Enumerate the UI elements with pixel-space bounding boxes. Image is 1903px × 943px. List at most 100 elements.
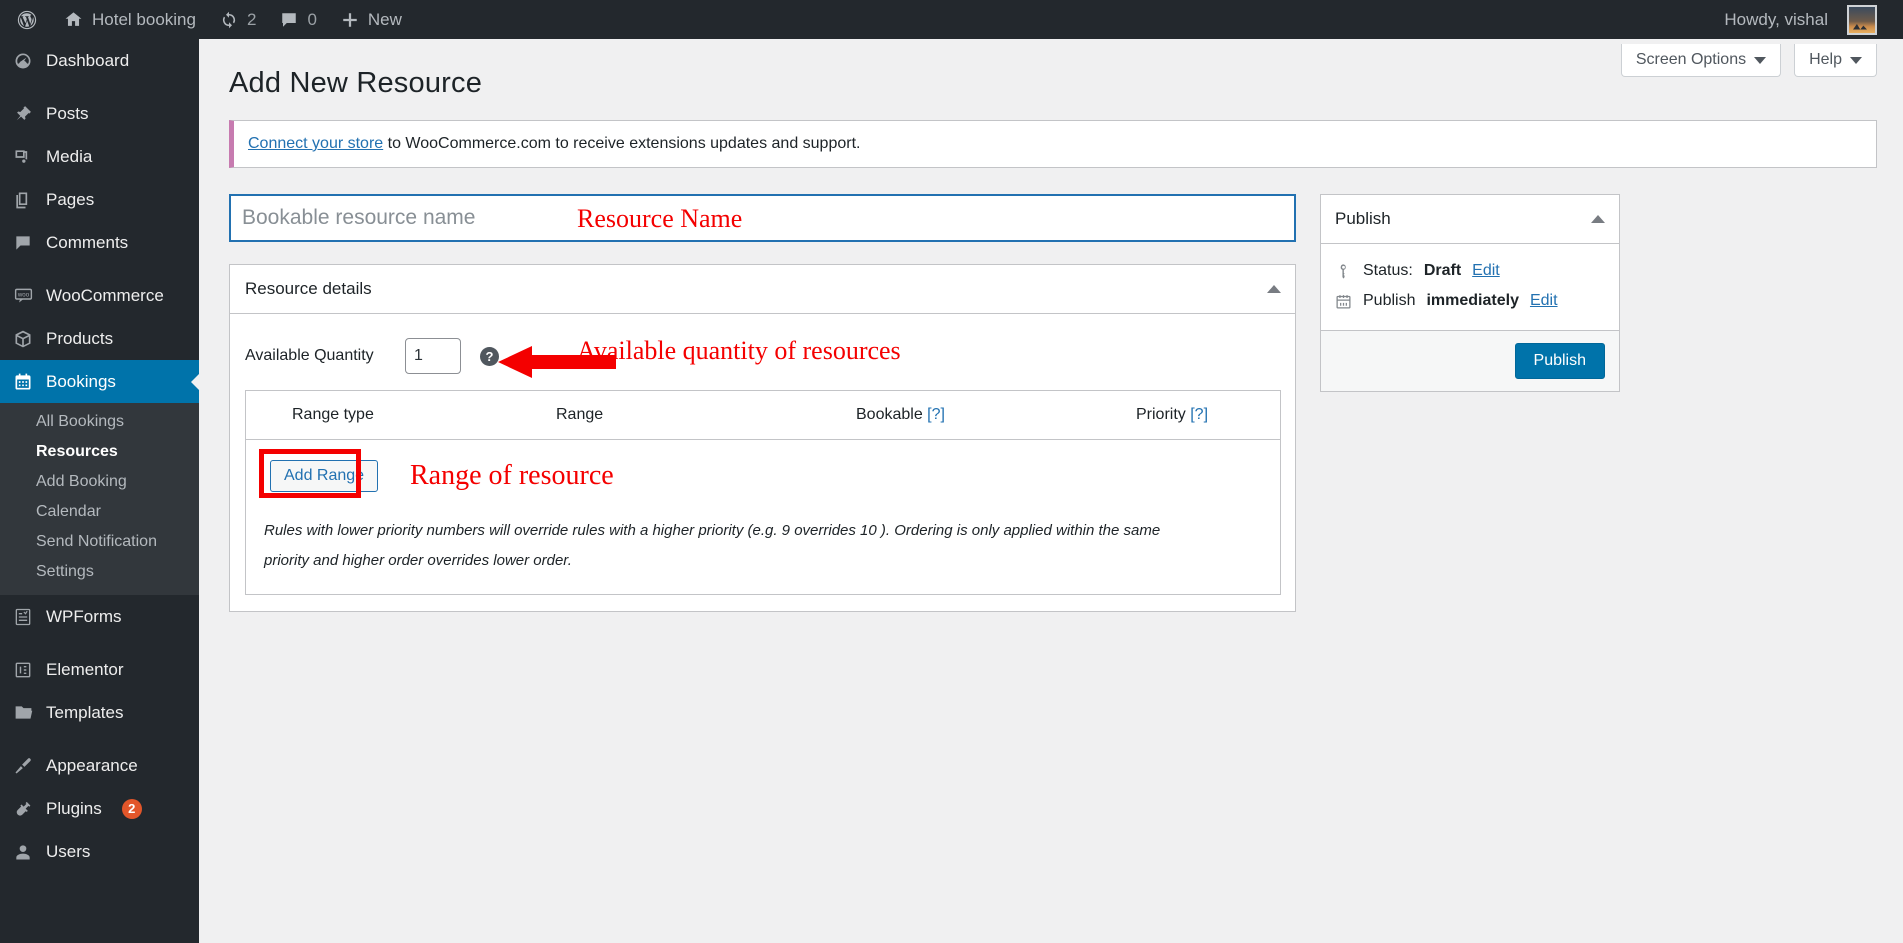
edit-schedule-link[interactable]: Edit xyxy=(1530,292,1558,310)
sidebar-item-all-bookings[interactable]: All Bookings xyxy=(0,407,199,437)
chevron-down-icon xyxy=(1850,56,1862,64)
resource-details-title: Resource details xyxy=(245,279,372,298)
menu-separator xyxy=(0,638,199,648)
sidebar-item-label: Templates xyxy=(46,702,124,722)
column-header-bookable: Bookable [?] xyxy=(856,406,1136,424)
sidebar-item-wpforms[interactable]: WPForms xyxy=(0,595,199,638)
publish-button[interactable]: Publish xyxy=(1514,343,1605,379)
help-button[interactable]: Help xyxy=(1794,44,1877,77)
new-label: New xyxy=(367,9,402,29)
connect-your-store-link[interactable]: Connect your store xyxy=(248,135,383,152)
updates-refresh-icon xyxy=(220,11,238,29)
post-status-row: Status: Draft Edit xyxy=(1321,256,1619,286)
sidebar-item-label: Appearance xyxy=(46,755,138,775)
sidebar-item-comments[interactable]: Comments xyxy=(0,221,199,264)
chevron-up-icon[interactable] xyxy=(1591,215,1605,223)
resource-details-header[interactable]: Resource details xyxy=(230,265,1295,314)
sidebar-item-label: Posts xyxy=(46,103,89,123)
help-tip-icon[interactable]: ? xyxy=(480,346,499,366)
sidebar-item-users[interactable]: Users xyxy=(0,830,199,873)
comment-icon xyxy=(12,233,34,253)
chevron-up-icon[interactable] xyxy=(1267,285,1281,293)
publish-panel-body: Status: Draft Edit Publish immediately E… xyxy=(1321,244,1619,330)
calendar-icon xyxy=(1335,293,1352,310)
sidebar-item-label: Elementor xyxy=(46,659,124,679)
post-body-side-column: Publish Status: Draft Edit Publish immed… xyxy=(1320,194,1620,632)
publish-panel-title: Publish xyxy=(1335,209,1391,228)
resource-details-panel: Resource details Available Quantity ? xyxy=(229,264,1296,612)
annotation-range-of-resource: Range of resource xyxy=(410,460,614,491)
chevron-down-icon xyxy=(1754,56,1767,64)
publish-schedule-value: immediately xyxy=(1426,292,1519,309)
priority-help-link[interactable]: [?] xyxy=(1190,406,1208,423)
sidebar-item-send-notification[interactable]: Send Notification xyxy=(0,527,199,557)
sidebar-item-settings[interactable]: Settings xyxy=(0,557,199,587)
publish-panel-header[interactable]: Publish xyxy=(1321,195,1619,244)
add-range-button[interactable]: Add Range xyxy=(270,460,379,492)
sidebar-item-woocommerce[interactable]: woo WooCommerce xyxy=(0,274,199,317)
elementor-icon xyxy=(12,660,34,680)
comment-bubble-icon xyxy=(280,11,298,29)
sidebar-item-plugins[interactable]: Plugins 2 xyxy=(0,787,199,830)
menu-separator xyxy=(0,82,199,92)
screen-options-label: Screen Options xyxy=(1635,51,1747,68)
priority-rules-text: Rules with lower priority numbers will o… xyxy=(264,522,1161,569)
sidebar-item-add-booking[interactable]: Add Booking xyxy=(0,467,199,497)
wordpress-logo-button[interactable] xyxy=(0,0,52,39)
sidebar-item-label: Products xyxy=(46,328,114,348)
sidebar-item-pages[interactable]: Pages xyxy=(0,178,199,221)
resource-title-input[interactable] xyxy=(229,194,1296,242)
bookable-help-link[interactable]: [?] xyxy=(927,406,945,423)
calendar-icon xyxy=(12,372,34,392)
media-icon xyxy=(12,147,34,167)
sidebar-item-calendar[interactable]: Calendar xyxy=(0,497,199,527)
sidebar-item-appearance[interactable]: Appearance xyxy=(0,744,199,787)
sidebar-item-posts[interactable]: Posts xyxy=(0,92,199,135)
sidebar-item-label: Dashboard xyxy=(46,50,130,70)
admin-sidebar-menu: Dashboard Posts Media Pages Comments woo… xyxy=(0,39,199,943)
annotation-arrow-left-icon xyxy=(498,344,616,385)
howdy-label: Howdy, vishal xyxy=(1724,9,1828,29)
sidebar-item-templates[interactable]: Templates xyxy=(0,691,199,734)
post-body-main-column: Resource Name Resource details Available… xyxy=(229,194,1296,632)
sidebar-item-products[interactable]: Products xyxy=(0,317,199,360)
column-header-bookable-label: Bookable xyxy=(856,406,923,423)
sidebar-item-media[interactable]: Media xyxy=(0,135,199,178)
sidebar-item-label: Pages xyxy=(46,189,95,209)
admin-bar: Hotel booking 2 0 New Howdy, vishal xyxy=(0,0,1903,39)
publish-schedule-label: Publish xyxy=(1363,292,1416,309)
plug-icon xyxy=(12,799,34,819)
sidebar-item-dashboard[interactable]: Dashboard xyxy=(0,39,199,82)
publish-panel: Publish Status: Draft Edit Publish immed… xyxy=(1320,194,1620,392)
svg-text:woo: woo xyxy=(16,291,29,298)
main-content: Screen Options Help Add New Resource Con… xyxy=(199,39,1903,943)
folder-icon xyxy=(12,702,34,723)
notice-text: to WooCommerce.com to receive extensions… xyxy=(383,135,861,152)
woocommerce-icon: woo xyxy=(12,285,34,306)
column-header-range-type: Range type xyxy=(292,406,374,423)
pages-icon xyxy=(12,190,34,210)
sidebar-item-resources[interactable]: Resources xyxy=(0,437,199,467)
avatar xyxy=(1847,4,1877,35)
comments-menu[interactable]: 0 xyxy=(268,0,328,39)
site-name-label: Hotel booking xyxy=(92,9,196,29)
available-quantity-input[interactable] xyxy=(405,338,461,374)
sidebar-item-elementor[interactable]: Elementor xyxy=(0,648,199,691)
home-icon xyxy=(64,10,83,29)
sidebar-item-label: Plugins xyxy=(46,798,102,818)
site-name-menu[interactable]: Hotel booking xyxy=(52,0,208,39)
plus-icon xyxy=(341,11,359,29)
sidebar-item-bookings[interactable]: Bookings xyxy=(0,360,199,403)
sidebar-item-label: WPForms xyxy=(46,606,122,626)
products-box-icon xyxy=(12,329,34,349)
menu-separator xyxy=(0,264,199,274)
updates-menu[interactable]: 2 xyxy=(208,0,268,39)
menu-separator xyxy=(0,734,199,744)
screen-options-button[interactable]: Screen Options xyxy=(1620,44,1782,77)
wp-admin-screen: Hotel booking 2 0 New Howdy, vishal Dash… xyxy=(0,0,1903,943)
new-content-menu[interactable]: New xyxy=(329,0,414,39)
my-account-menu[interactable]: Howdy, vishal xyxy=(1712,0,1889,39)
edit-status-link[interactable]: Edit xyxy=(1472,262,1500,280)
publish-panel-footer: Publish xyxy=(1321,330,1619,391)
publish-schedule-row: Publish immediately Edit xyxy=(1321,286,1619,316)
